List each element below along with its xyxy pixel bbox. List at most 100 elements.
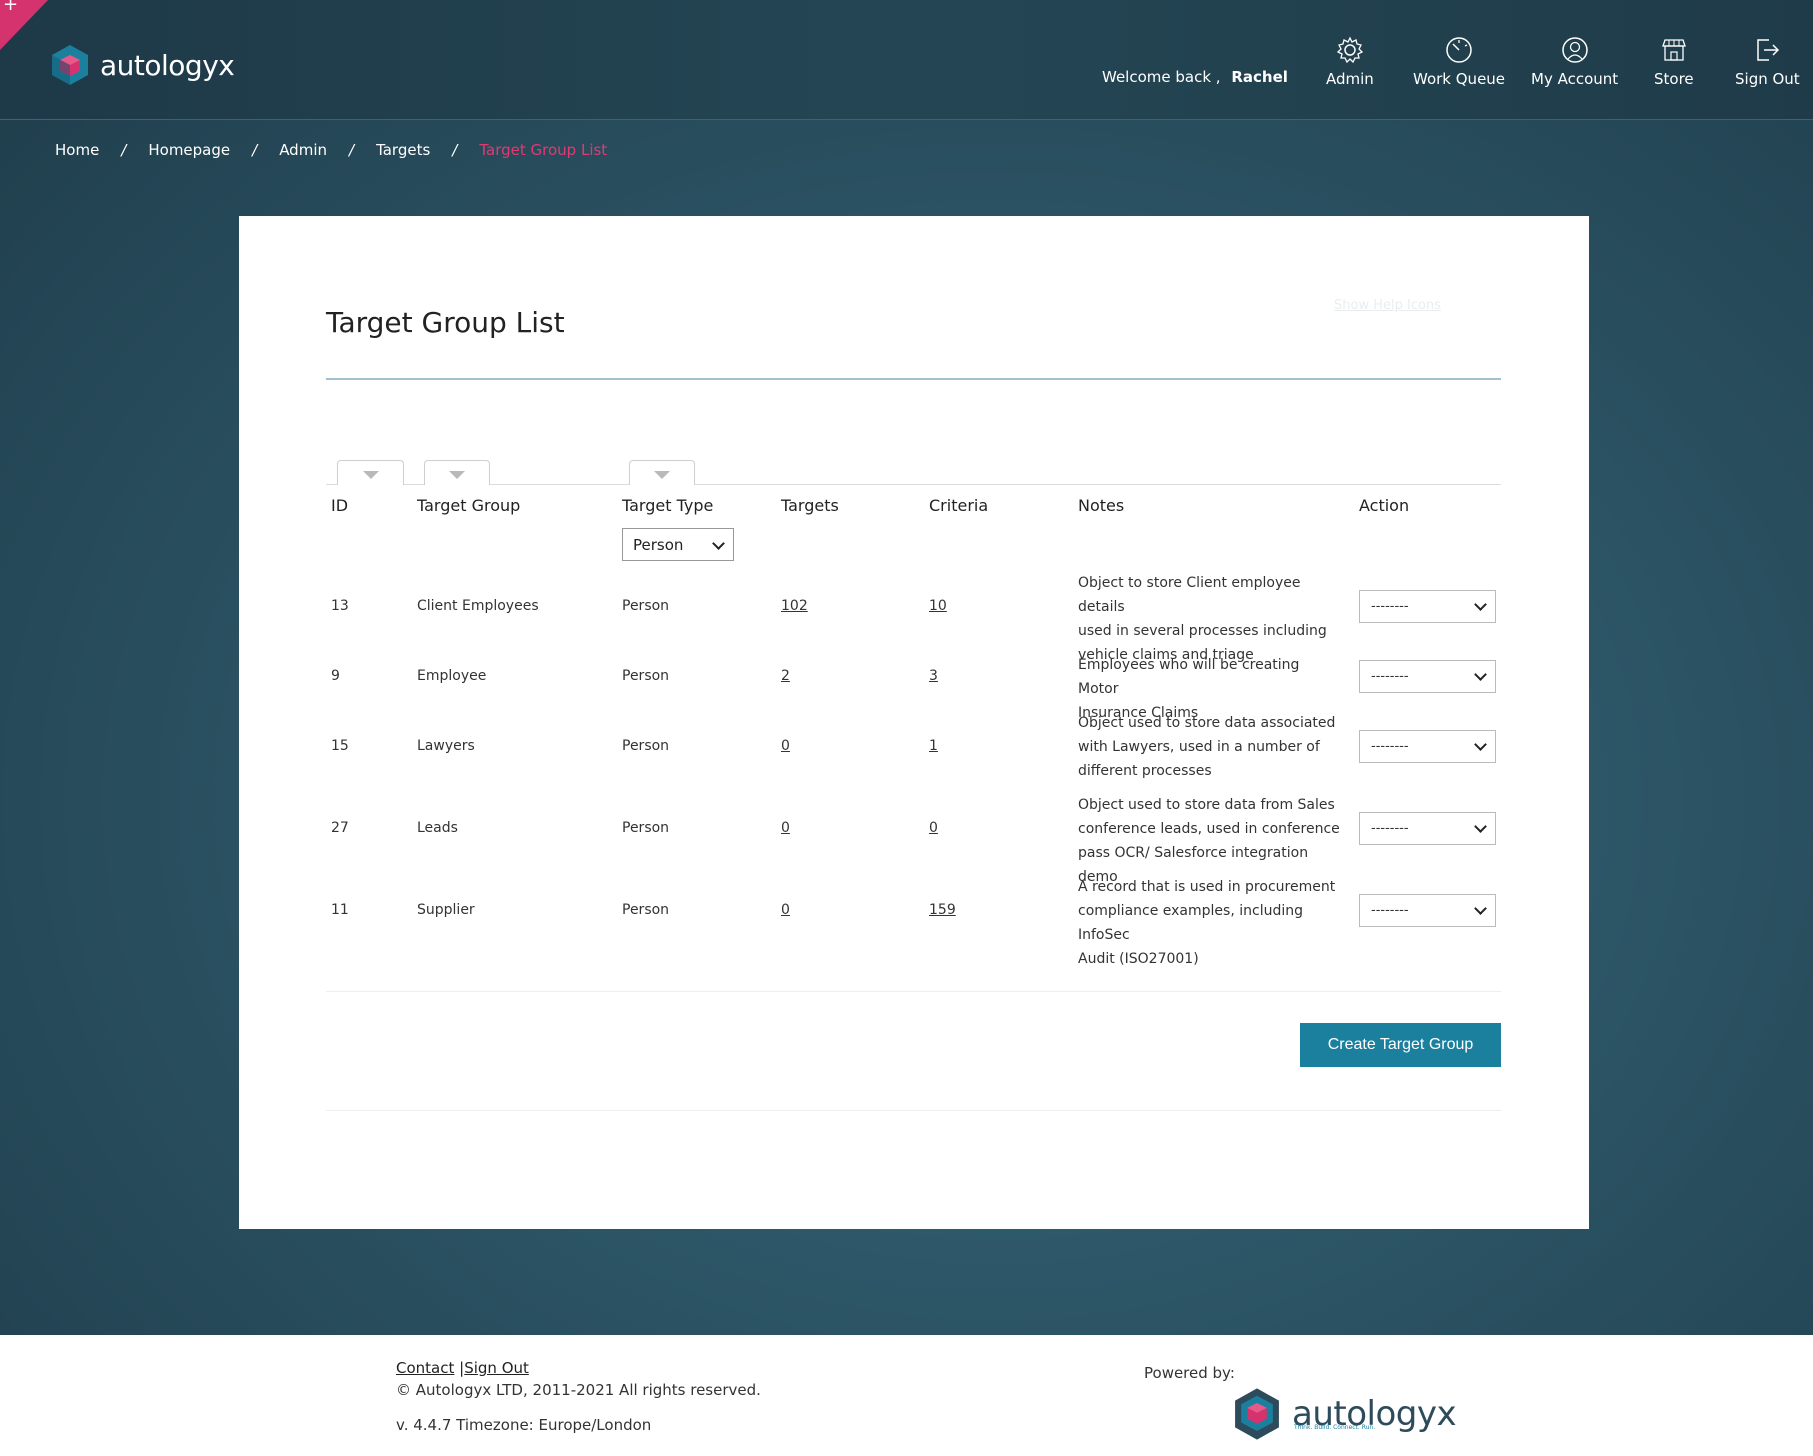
chevron-down-icon [1474, 668, 1487, 681]
title-divider [326, 378, 1501, 380]
filter-tab-id[interactable] [337, 460, 404, 485]
nav-store-label: Store [1654, 70, 1694, 88]
row-action-select[interactable]: -------- [1359, 812, 1496, 845]
triangle-down-icon [654, 471, 670, 479]
row-targets-link[interactable]: 0 [781, 820, 790, 836]
card-divider [326, 1110, 1501, 1111]
nav-my-account-label: My Account [1531, 70, 1619, 88]
notes-line: Object used to store data from Sales [1078, 797, 1335, 813]
version-text: v. 4.4.7 Timezone: Europe/London [396, 1416, 652, 1434]
create-target-group-button[interactable]: Create Target Group [1300, 1023, 1501, 1067]
row-action-select[interactable]: -------- [1359, 894, 1496, 927]
breadcrumb: Home / Homepage / Admin / Targets / Targ… [55, 141, 607, 159]
cube-logo-icon [52, 45, 88, 85]
row-id: 13 [331, 598, 349, 614]
nav-store[interactable]: Store [1654, 36, 1694, 88]
footer-tagline: Think. Build. Connect. Run. [1294, 1424, 1376, 1431]
row-action-select[interactable]: -------- [1359, 730, 1496, 763]
breadcrumb-admin[interactable]: Admin [279, 141, 327, 159]
copyright-text: © Autologyx LTD, 2011-2021 All rights re… [396, 1381, 761, 1399]
breadcrumb-homepage[interactable]: Homepage [148, 141, 230, 159]
action-select-value: -------- [1371, 821, 1409, 836]
notes-line: Audit (ISO27001) [1078, 951, 1199, 967]
contact-link[interactable]: Contact [396, 1359, 454, 1377]
column-header-id[interactable]: ID [331, 496, 348, 515]
notes-line: Object used to store data associated [1078, 715, 1336, 731]
column-header-action: Action [1359, 496, 1410, 515]
powered-by-label: Powered by: [1144, 1364, 1235, 1382]
user-name: Rachel [1231, 68, 1288, 86]
row-notes: A record that is used in procurement com… [1078, 875, 1343, 971]
column-header-target-group[interactable]: Target Group [417, 496, 520, 515]
row-target-group: Leads [417, 820, 458, 836]
row-action-select[interactable]: -------- [1359, 660, 1496, 693]
notes-line: Object to store Client employee details [1078, 575, 1301, 615]
column-header-criteria[interactable]: Criteria [929, 496, 988, 515]
row-criteria-link[interactable]: 0 [929, 820, 938, 836]
nav-admin[interactable]: Admin [1326, 36, 1374, 88]
chevron-down-icon [1474, 902, 1487, 915]
welcome-message: Welcome back , Rachel [1102, 68, 1288, 86]
chevron-down-icon [1474, 598, 1487, 611]
cube-logo-icon [1235, 1388, 1279, 1440]
footer-logo: autologyx Think. Build. Connect. Run. [1230, 1386, 1457, 1442]
page-title: Target Group List [326, 306, 565, 339]
nav-work-queue-label: Work Queue [1413, 70, 1506, 88]
notes-line: different processes [1078, 763, 1212, 779]
action-select-value: -------- [1371, 903, 1409, 918]
welcome-prefix: Welcome back , [1102, 68, 1221, 86]
notes-line: used in several processes including [1078, 623, 1327, 639]
brand-logo[interactable]: autologyx [48, 43, 235, 87]
breadcrumb-separator: / [252, 141, 258, 159]
row-targets-link[interactable]: 0 [781, 902, 790, 918]
gear-icon [1336, 36, 1364, 64]
row-target-group: Supplier [417, 902, 475, 918]
notes-line: A record that is used in procurement [1078, 879, 1336, 895]
nav-sign-out[interactable]: Sign Out [1735, 36, 1800, 88]
column-header-targets[interactable]: Targets [781, 496, 839, 515]
nav-my-account[interactable]: My Account [1531, 36, 1618, 88]
filter-tab-target-group[interactable] [424, 460, 490, 485]
row-criteria-link[interactable]: 3 [929, 668, 938, 684]
breadcrumb-targets[interactable]: Targets [376, 141, 430, 159]
filter-tab-target-type[interactable] [629, 460, 695, 485]
row-criteria-link[interactable]: 10 [929, 598, 947, 614]
row-id: 15 [331, 738, 349, 754]
row-target-type: Person [622, 598, 670, 614]
row-target-type: Person [622, 902, 670, 918]
store-icon [1661, 39, 1686, 61]
breadcrumb-separator: / [452, 141, 458, 159]
notes-line: conference leads, used in conference [1078, 821, 1340, 837]
footer: Contact |Sign Out © Autologyx LTD, 2011-… [0, 1335, 1813, 1456]
row-target-group: Client Employees [417, 598, 539, 614]
target-type-filter-select[interactable]: Person [622, 528, 734, 561]
row-target-type: Person [622, 738, 670, 754]
nav-work-queue[interactable]: Work Queue [1413, 36, 1505, 88]
row-id: 9 [331, 668, 340, 684]
row-notes: Object used to store data associated wit… [1078, 711, 1343, 783]
footer-sign-out-link[interactable]: Sign Out [464, 1359, 529, 1377]
target-type-filter-value: Person [633, 536, 684, 554]
footer-links: Contact |Sign Out [396, 1359, 529, 1377]
row-targets-link[interactable]: 102 [781, 598, 808, 614]
chevron-down-icon [712, 537, 725, 550]
chevron-down-icon [1474, 820, 1487, 833]
row-target-type: Person [622, 668, 670, 684]
user-icon [1561, 37, 1588, 63]
row-targets-link[interactable]: 2 [781, 668, 790, 684]
top-header: + autologyx Welcome back , Rachel Admin … [0, 0, 1813, 120]
nav-admin-label: Admin [1326, 70, 1374, 88]
action-select-value: -------- [1371, 739, 1409, 754]
show-help-icons-link[interactable]: Show Help Icons [1334, 298, 1441, 313]
row-criteria-link[interactable]: 159 [929, 902, 956, 918]
row-criteria-link[interactable]: 1 [929, 738, 938, 754]
plus-icon[interactable]: + [3, 0, 18, 14]
nav-sign-out-label: Sign Out [1735, 70, 1800, 88]
notes-line: with Lawyers, used in a number of [1078, 739, 1320, 755]
table-divider [326, 991, 1501, 992]
row-targets-link[interactable]: 0 [781, 738, 790, 754]
triangle-down-icon [362, 471, 379, 479]
breadcrumb-home[interactable]: Home [55, 141, 99, 159]
column-header-target-type[interactable]: Target Type [622, 496, 713, 515]
row-action-select[interactable]: -------- [1359, 590, 1496, 623]
